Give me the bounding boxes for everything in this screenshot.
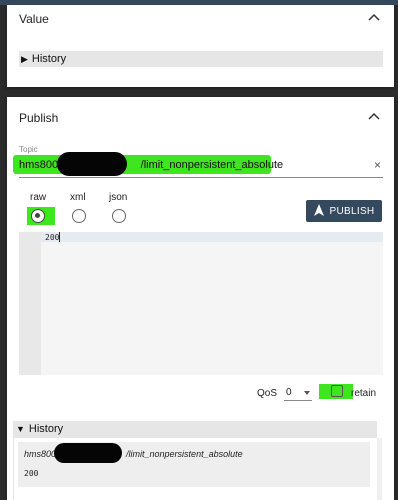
value-panel-title: Value	[19, 12, 49, 26]
format-radio-json[interactable]	[112, 209, 126, 223]
publish-button[interactable]: PUBLISH	[306, 200, 382, 222]
format-label-raw: raw	[30, 192, 47, 203]
editor-content: 200	[45, 233, 60, 242]
value-history-label: History	[31, 53, 67, 65]
format-radio-xml[interactable]	[72, 209, 86, 223]
format-radio-raw[interactable]	[31, 209, 45, 223]
editor-active-line	[41, 232, 383, 242]
value-panel: Value ▶ History	[7, 5, 394, 87]
payload-editor[interactable]: 200	[19, 232, 383, 375]
publish-history-toggle[interactable]: ▼ History	[13, 421, 377, 438]
qos-label: QoS	[257, 388, 278, 399]
value-history-toggle[interactable]: ▶ History	[19, 51, 383, 67]
publish-panel: Publish Topic hms800/ /limit_nonpersiste…	[7, 97, 394, 500]
publish-history-label: History	[28, 423, 64, 435]
editor-cursor	[59, 232, 60, 242]
history-scrollbar[interactable]	[377, 438, 382, 500]
redaction-mark	[54, 443, 122, 463]
navigation-arrow-icon	[313, 203, 324, 219]
qos-select[interactable]: 0	[284, 384, 312, 401]
triangle-right-icon: ▶	[21, 54, 28, 64]
editor-gutter	[19, 232, 41, 375]
clear-icon[interactable]: ×	[374, 158, 381, 172]
triangle-down-icon: ▼	[16, 424, 25, 434]
qos-value: 0	[286, 387, 292, 398]
retain-label: retain	[351, 388, 377, 399]
format-label-xml: xml	[70, 192, 86, 203]
chevron-up-icon[interactable]	[368, 112, 380, 120]
history-entry[interactable]: hms800/ /limit_nonpersistent_absolute 20…	[18, 442, 370, 487]
redaction-mark	[57, 152, 127, 176]
format-label-json: json	[109, 192, 128, 203]
chevron-up-icon[interactable]	[368, 13, 380, 21]
topic-input[interactable]: hms800/ /limit_nonpersistent_absolute ×	[13, 152, 383, 178]
publish-button-label: PUBLISH	[329, 205, 375, 217]
publish-panel-title: Publish	[19, 111, 59, 125]
caret-down-icon	[304, 391, 310, 395]
retain-checkbox[interactable]	[331, 385, 343, 397]
history-entry-payload: 200	[24, 469, 39, 478]
